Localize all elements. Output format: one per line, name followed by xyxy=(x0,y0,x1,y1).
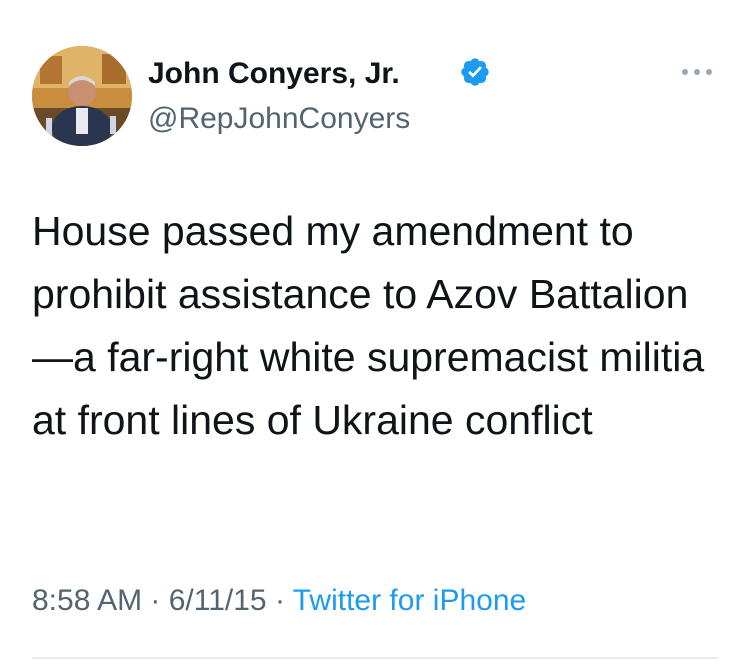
avatar[interactable] xyxy=(32,46,132,146)
meta-separator: · xyxy=(266,584,293,617)
display-name[interactable]: John Conyers, Jr. xyxy=(148,57,400,91)
tweet-text: House passed my amendment to prohibit as… xyxy=(32,208,705,443)
avatar-image xyxy=(32,46,132,146)
verified-badge-icon xyxy=(461,58,489,86)
more-dot xyxy=(682,69,688,75)
tweet-date[interactable]: 6/11/15 xyxy=(169,584,267,617)
more-dot xyxy=(706,69,712,75)
user-handle[interactable]: @RepJohnConyers xyxy=(148,102,410,136)
divider xyxy=(32,657,718,659)
tweet-metadata: 8:58 AM · 6/11/15 · Twitter for iPhone xyxy=(32,583,526,619)
meta-separator: · xyxy=(142,584,169,617)
more-options-icon[interactable] xyxy=(682,64,712,80)
tweet-time[interactable]: 8:58 AM xyxy=(32,584,142,617)
tweet-source-link[interactable]: Twitter for iPhone xyxy=(293,584,526,617)
tweet-card: John Conyers, Jr. @RepJohnConyers House … xyxy=(0,0,750,672)
more-dot xyxy=(694,69,700,75)
